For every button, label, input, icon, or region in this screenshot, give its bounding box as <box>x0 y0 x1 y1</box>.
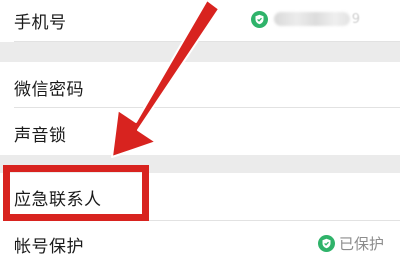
shield-check-icon <box>250 10 268 28</box>
account-security-screen: 手机号 9 微信密码 声音锁 应急联系人 帐号保护 已保护 <box>0 0 400 266</box>
shield-check-icon <box>317 235 335 252</box>
wechat-password-label: 微信密码 <box>14 80 84 100</box>
masked-phone-tail: 9 <box>351 11 360 27</box>
masked-phone-number <box>273 12 350 26</box>
emergency-contact-label: 应急联系人 <box>14 190 102 210</box>
section-gap <box>0 155 400 173</box>
protection-status: 已保护 <box>317 233 384 254</box>
settings-row-emergency-contact[interactable]: 应急联系人 <box>0 173 400 221</box>
settings-row-voice-lock[interactable]: 声音锁 <box>0 108 400 155</box>
phone-label: 手机号 <box>14 13 67 33</box>
voice-lock-label: 声音锁 <box>14 126 67 146</box>
protection-status-text: 已保护 <box>338 235 384 253</box>
settings-row-phone[interactable]: 手机号 9 <box>0 0 400 42</box>
account-protection-label: 帐号保护 <box>14 237 84 257</box>
settings-row-account-protection[interactable]: 帐号保护 已保护 <box>0 221 400 266</box>
section-gap <box>0 42 400 62</box>
phone-status: 9 <box>250 10 360 28</box>
settings-row-wechat-password[interactable]: 微信密码 <box>0 62 400 108</box>
